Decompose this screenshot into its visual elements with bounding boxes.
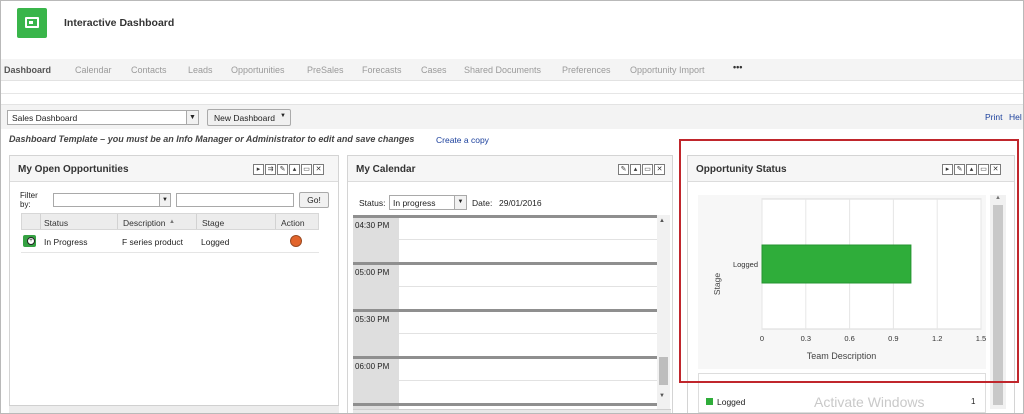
nav-item-preferences[interactable]: Preferences (562, 65, 611, 75)
chevron-down-icon[interactable]: ▼ (454, 196, 466, 209)
scroll-up-icon[interactable]: ▲ (659, 218, 665, 224)
nav-item-calendar[interactable]: Calendar (75, 65, 112, 75)
time-column (353, 215, 399, 411)
pager-bar (9, 405, 339, 413)
time-slot-subdivider (399, 333, 657, 334)
new-dashboard-button[interactable]: New Dashboard ▼ (207, 109, 291, 126)
dashlet-title: My Open Opportunities (18, 164, 129, 175)
time-label: 04:30 PM (355, 221, 390, 230)
column-divider (196, 214, 197, 229)
opportunities-grid-header: Status Description ▲ Stage Action (21, 213, 319, 230)
nav-item-shared-documents[interactable]: Shared Documents (464, 65, 541, 75)
calendar-date-label: Date: (472, 198, 493, 208)
nav-item-cases[interactable]: Cases (421, 65, 447, 75)
dashboard-logo-icon[interactable] (17, 8, 47, 38)
close-icon[interactable]: ✕ (313, 164, 324, 175)
time-slot-subdivider (399, 239, 657, 240)
nav-more-icon[interactable]: ••• (733, 62, 742, 72)
highlight-box (679, 139, 1019, 383)
dashlet-controls: ✎ ▴ ▭ ✕ (618, 164, 665, 175)
legend-swatch (706, 398, 713, 405)
nav-item-forecasts[interactable]: Forecasts (362, 65, 402, 75)
column-header-description[interactable]: Description (123, 218, 166, 228)
time-slot-divider (353, 262, 657, 265)
time-slot-subdivider (399, 380, 657, 381)
time-label: 05:00 PM (355, 268, 390, 277)
time-label: 05:30 PM (355, 315, 390, 324)
collapse-icon[interactable]: ▴ (289, 164, 300, 175)
time-slot-divider (353, 403, 657, 406)
nav-item-presales[interactable]: PreSales (307, 65, 344, 75)
divider (1, 93, 1023, 94)
time-label: 06:00 PM (355, 362, 390, 371)
close-icon[interactable]: ✕ (654, 164, 665, 175)
nav-item-contacts[interactable]: Contacts (131, 65, 167, 75)
filter-select[interactable]: ▼ (53, 193, 171, 207)
nav-item-leads[interactable]: Leads (188, 65, 213, 75)
calendar-status-label: Status: (359, 198, 386, 208)
dashboard-select-value: Sales Dashboard (12, 113, 78, 123)
template-note: Dashboard Template – you must be an Info… (9, 134, 415, 144)
create-copy-link[interactable]: Create a copy (436, 135, 489, 145)
help-link[interactable]: Hel (1009, 112, 1022, 122)
calendar-footer (353, 409, 671, 413)
filter-label: Filter by: (20, 191, 38, 209)
print-link[interactable]: Print (985, 112, 1002, 122)
row-divider (21, 252, 319, 253)
row-description[interactable]: F series product (122, 237, 183, 247)
status-dot-icon[interactable] (290, 235, 302, 247)
edit-icon[interactable]: ✎ (277, 164, 288, 175)
export-icon[interactable]: ⇉ (265, 164, 276, 175)
time-slot-divider (353, 215, 657, 218)
column-header-status[interactable]: Status (44, 218, 68, 228)
collapse-icon[interactable]: ▴ (630, 164, 641, 175)
calendar-status-select[interactable]: In progress ▼ (389, 195, 467, 210)
opportunity-add-icon[interactable]: + (23, 235, 36, 247)
nav-item-opportunity-import[interactable]: Opportunity Import (630, 65, 705, 75)
filter-input[interactable] (176, 193, 294, 207)
time-slot-divider (353, 356, 657, 359)
dashlet-controls: ▸ ⇉ ✎ ▴ ▭ ✕ (253, 164, 324, 175)
edit-icon[interactable]: ✎ (618, 164, 629, 175)
main-nav: Dashboard Calendar Contacts Leads Opport… (1, 59, 1023, 81)
go-button[interactable]: Go! (299, 192, 329, 208)
chevron-down-icon[interactable]: ▼ (159, 194, 170, 206)
dashlet-title: My Calendar (356, 164, 416, 175)
caret-down-icon: ▼ (280, 113, 286, 119)
new-dashboard-label: New Dashboard (214, 113, 275, 123)
activate-windows-watermark: Activate Windows (814, 394, 925, 410)
column-header-stage[interactable]: Stage (202, 218, 224, 228)
calendar-status-value: In progress (393, 198, 436, 208)
calendar-grid[interactable]: 04:30 PM 05:00 PM 05:30 PM 06:00 PM (353, 215, 657, 411)
column-divider (40, 214, 41, 229)
scroll-down-icon[interactable]: ▼ (659, 393, 665, 399)
row-status: In Progress (44, 237, 88, 247)
nav-item-dashboard[interactable]: Dashboard (4, 65, 51, 75)
legend-label: Logged (717, 397, 746, 407)
dashboard-toolbar: Sales Dashboard ▼ New Dashboard ▼ Print … (1, 104, 1023, 129)
row-stage: Logged (201, 237, 230, 247)
dashlet-header: My Calendar ✎ ▴ ▭ ✕ (348, 156, 672, 182)
scrollbar-thumb[interactable] (659, 357, 668, 385)
app-header: Interactive Dashboard (1, 1, 1023, 53)
maximize-icon[interactable]: ▭ (642, 164, 653, 175)
dashboard-select[interactable]: Sales Dashboard ▼ (7, 110, 199, 125)
maximize-icon[interactable]: ▭ (301, 164, 312, 175)
sort-ascending-icon[interactable]: ▲ (169, 219, 175, 225)
play-icon[interactable]: ▸ (253, 164, 264, 175)
app-title: Interactive Dashboard (64, 17, 175, 29)
column-header-action[interactable]: Action (281, 218, 305, 228)
time-slot-subdivider (399, 286, 657, 287)
dashlet-header: My Open Opportunities ▸ ⇉ ✎ ▴ ▭ ✕ (10, 156, 338, 182)
legend-value: 1 (971, 397, 976, 406)
chevron-down-icon[interactable]: ▼ (186, 111, 198, 124)
app-window: Interactive Dashboard Dashboard Calendar… (0, 0, 1024, 414)
nav-item-opportunities[interactable]: Opportunities (231, 65, 285, 75)
time-slot-divider (353, 309, 657, 312)
column-divider (117, 214, 118, 229)
calendar-date: 29/01/2016 (499, 198, 542, 208)
calendar-scrollbar[interactable]: ▲ ▼ (657, 215, 670, 409)
column-divider (275, 214, 276, 229)
